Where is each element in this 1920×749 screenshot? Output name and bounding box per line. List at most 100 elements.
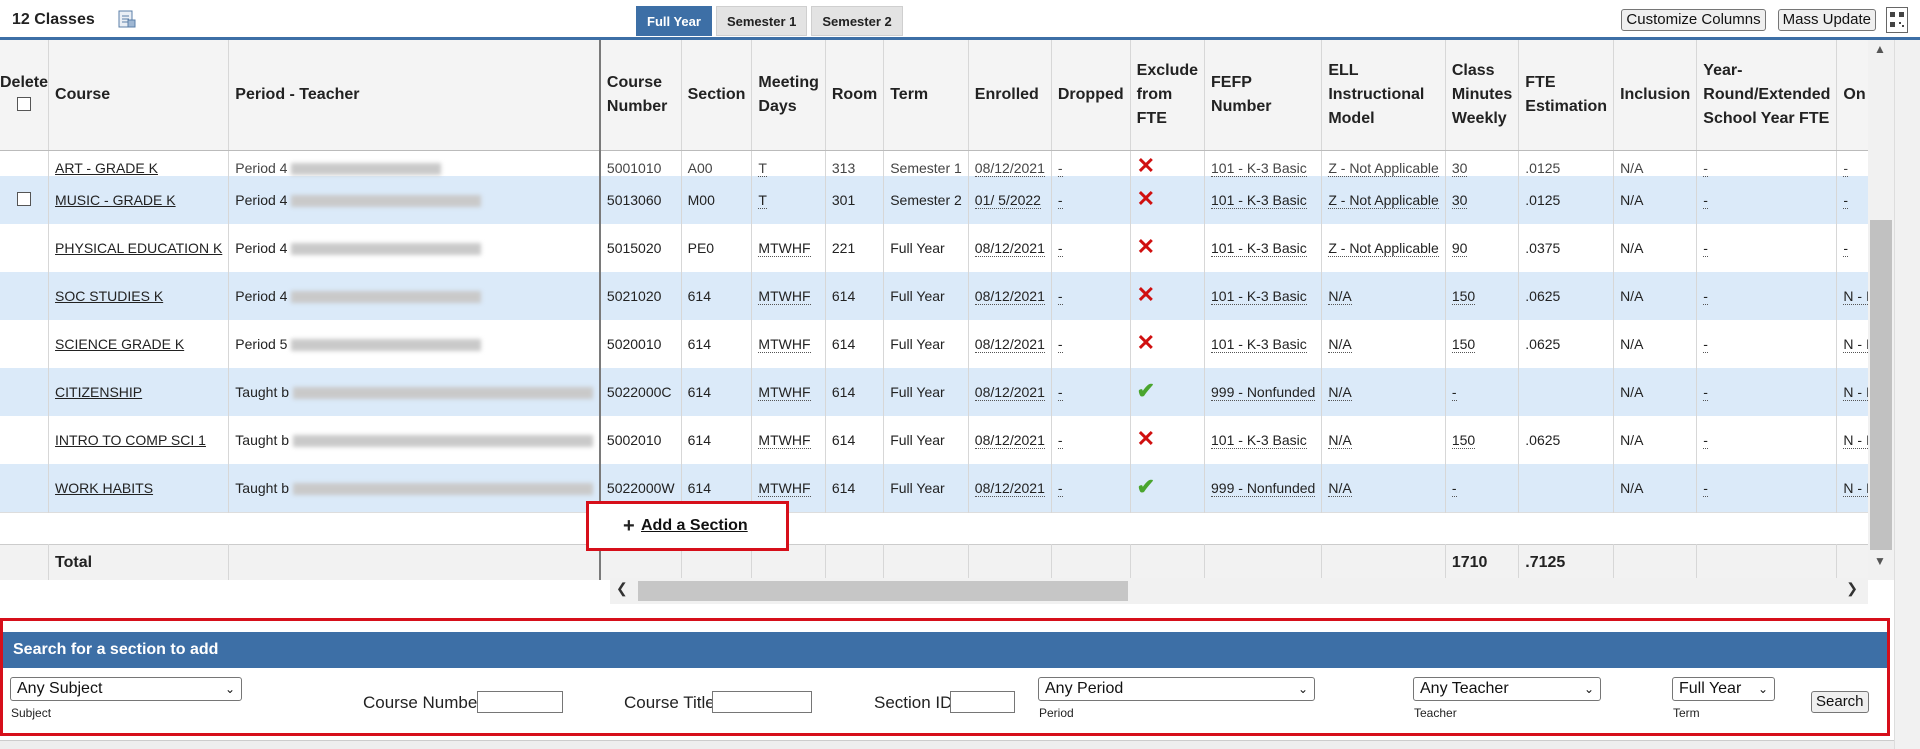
class-minutes[interactable]: -: [1451, 479, 1457, 497]
horizontal-scroll-thumb[interactable]: [638, 581, 1128, 601]
course-link[interactable]: MUSIC - GRADE K: [55, 192, 176, 208]
course-link[interactable]: SCIENCE GRADE K: [55, 336, 184, 352]
search-button[interactable]: Search: [1811, 691, 1869, 713]
on-value[interactable]: N - I: [1843, 479, 1868, 497]
fefp-number[interactable]: 101 - K-3 Basic: [1211, 192, 1307, 209]
col-dropped[interactable]: Dropped: [1051, 40, 1131, 151]
year-round-fte[interactable]: -: [1703, 336, 1708, 353]
course-link[interactable]: ART - GRADE K: [55, 160, 158, 176]
enrolled-date[interactable]: 08/12/2021: [974, 288, 1045, 305]
class-minutes[interactable]: -: [1451, 384, 1457, 401]
year-round-fte[interactable]: -: [1703, 288, 1708, 305]
page-scrollbar[interactable]: [1894, 40, 1920, 749]
col-class-minutes[interactable]: Class Minutes Weekly: [1445, 40, 1520, 151]
on-value[interactable]: N - I: [1843, 384, 1868, 401]
enrolled-date[interactable]: 08/12/2021: [974, 432, 1045, 449]
ell-model[interactable]: N/A: [1328, 384, 1352, 401]
class-minutes[interactable]: 150: [1451, 432, 1476, 449]
enrolled-date[interactable]: 08/12/2021: [974, 384, 1045, 401]
col-exclude-fte[interactable]: Exclude from FTE: [1130, 40, 1206, 151]
course-link[interactable]: INTRO TO COMP SCI 1: [55, 432, 206, 448]
fefp-number[interactable]: 999 - Nonfunded: [1211, 384, 1316, 401]
class-minutes[interactable]: 90: [1451, 240, 1468, 257]
enrolled-date[interactable]: 08/12/2021: [974, 336, 1045, 353]
dropped-date[interactable]: -: [1057, 336, 1063, 353]
delete-checkbox[interactable]: [17, 191, 32, 206]
on-value[interactable]: N - I: [1843, 288, 1868, 305]
class-minutes[interactable]: 150: [1451, 336, 1476, 353]
mass-update-button[interactable]: Mass Update: [1777, 9, 1876, 31]
term-select[interactable]: Full Year ⌄: [1672, 677, 1775, 701]
class-minutes[interactable]: 150: [1451, 288, 1476, 305]
col-room[interactable]: Room: [825, 40, 885, 151]
enrolled-date[interactable]: 08/12/2021: [974, 240, 1045, 257]
section-id-input[interactable]: [950, 691, 1015, 713]
col-year-round-fte[interactable]: Year-Round/Extended School Year FTE: [1696, 40, 1838, 151]
dropped-date[interactable]: -: [1057, 160, 1063, 177]
ell-model[interactable]: N/A: [1328, 336, 1352, 353]
year-round-fte[interactable]: -: [1703, 160, 1708, 177]
on-value[interactable]: -: [1843, 240, 1849, 257]
add-section-link[interactable]: Add a Section: [641, 517, 748, 535]
tab-full-year[interactable]: Full Year: [636, 6, 712, 36]
col-term[interactable]: Term: [883, 40, 969, 151]
ell-model[interactable]: Z - Not Applicable: [1328, 192, 1439, 209]
scroll-up-icon[interactable]: ▲: [1874, 42, 1886, 56]
dropped-date[interactable]: -: [1057, 240, 1063, 257]
year-round-fte[interactable]: -: [1703, 384, 1708, 401]
dropped-date[interactable]: -: [1057, 432, 1063, 449]
col-ell-model[interactable]: ELL Instructional Model: [1321, 40, 1446, 151]
col-fte-estimation[interactable]: FTE Estimation: [1518, 40, 1615, 151]
on-value[interactable]: -: [1843, 192, 1849, 209]
enrolled-date[interactable]: 08/12/2021: [974, 160, 1045, 177]
customize-columns-button[interactable]: Customize Columns: [1621, 9, 1766, 31]
qr-code-icon[interactable]: [1886, 7, 1908, 33]
course-link[interactable]: SOC STUDIES K: [55, 288, 163, 304]
class-minutes[interactable]: 30: [1451, 192, 1468, 209]
course-link[interactable]: WORK HABITS: [55, 480, 153, 496]
on-value[interactable]: -: [1843, 160, 1849, 177]
year-round-fte[interactable]: -: [1703, 192, 1708, 209]
course-link[interactable]: CITIZENSHIP: [55, 384, 142, 400]
vertical-scroll-thumb[interactable]: [1870, 220, 1892, 550]
year-round-fte[interactable]: -: [1703, 240, 1708, 257]
ell-model[interactable]: Z - Not Applicable: [1328, 240, 1439, 257]
col-meeting-days[interactable]: Meeting Days: [751, 40, 826, 151]
dropped-date[interactable]: -: [1057, 384, 1063, 401]
fefp-number[interactable]: 101 - K-3 Basic: [1211, 288, 1307, 305]
select-all-checkbox[interactable]: [17, 96, 32, 111]
course-link[interactable]: PHYSICAL EDUCATION K: [55, 240, 222, 256]
col-section[interactable]: Section: [681, 40, 753, 151]
scroll-right-icon[interactable]: ❯: [1846, 580, 1858, 597]
fefp-number[interactable]: 101 - K-3 Basic: [1211, 240, 1307, 257]
fefp-number[interactable]: 101 - K-3 Basic: [1211, 336, 1307, 353]
col-on[interactable]: On: [1836, 40, 1868, 151]
dropped-date[interactable]: -: [1057, 288, 1063, 305]
vertical-scrollbar[interactable]: ▲ ▼: [1868, 40, 1894, 580]
print-list-icon[interactable]: [118, 9, 136, 33]
subject-select[interactable]: Any Subject ⌄: [10, 677, 242, 701]
on-value[interactable]: N - I: [1843, 336, 1868, 353]
fefp-number[interactable]: 101 - K-3 Basic: [1211, 160, 1307, 177]
ell-model[interactable]: Z - Not Applicable: [1328, 160, 1439, 177]
ell-model[interactable]: N/A: [1328, 479, 1352, 497]
col-enrolled[interactable]: Enrolled: [968, 40, 1052, 151]
tab-semester-2[interactable]: Semester 2: [811, 6, 903, 36]
col-course-number[interactable]: Course Number: [599, 40, 682, 151]
dropped-date[interactable]: -: [1057, 192, 1063, 209]
dropped-date[interactable]: -: [1057, 479, 1063, 497]
period-select[interactable]: Any Period ⌄: [1038, 677, 1315, 701]
col-period-teacher[interactable]: Period - Teacher: [228, 40, 601, 151]
course-number-input[interactable]: [477, 691, 563, 713]
horizontal-scrollbar[interactable]: ❮ ❯: [610, 578, 1868, 604]
ell-model[interactable]: N/A: [1328, 432, 1352, 449]
enrolled-date[interactable]: 01/ 5/2022: [974, 192, 1041, 209]
col-course[interactable]: Course: [48, 40, 230, 151]
fefp-number[interactable]: 999 - Nonfunded: [1211, 479, 1316, 497]
enrolled-date[interactable]: 08/12/2021: [974, 479, 1045, 497]
course-title-input[interactable]: [712, 691, 812, 713]
ell-model[interactable]: N/A: [1328, 288, 1352, 305]
scroll-down-icon[interactable]: ▼: [1874, 554, 1886, 568]
class-minutes[interactable]: 30: [1451, 160, 1468, 177]
year-round-fte[interactable]: -: [1703, 479, 1708, 497]
